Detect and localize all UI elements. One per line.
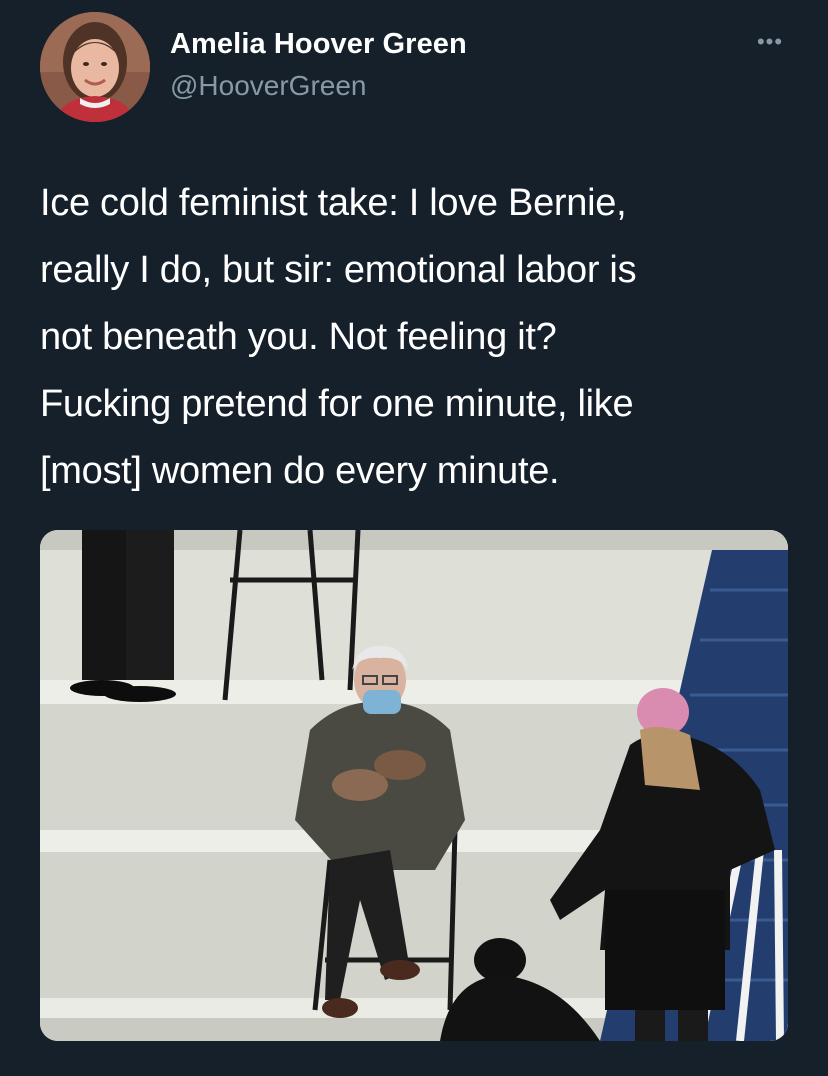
author-avatar[interactable] (40, 12, 150, 122)
author-handle[interactable]: @HooverGreen (170, 70, 367, 102)
author-display-name[interactable]: Amelia Hoover Green (170, 28, 467, 61)
avatar-photo (40, 12, 150, 122)
tweet-photo[interactable] (40, 530, 788, 1041)
more-options-icon[interactable]: ••• (750, 30, 790, 54)
tweet-text: Ice cold feminist take: I love Bernie, r… (40, 182, 637, 492)
photo-bernie-seated-bleachers (40, 530, 788, 1041)
tweet-card: Amelia Hoover Green @HooverGreen ••• Ice… (0, 0, 828, 1076)
